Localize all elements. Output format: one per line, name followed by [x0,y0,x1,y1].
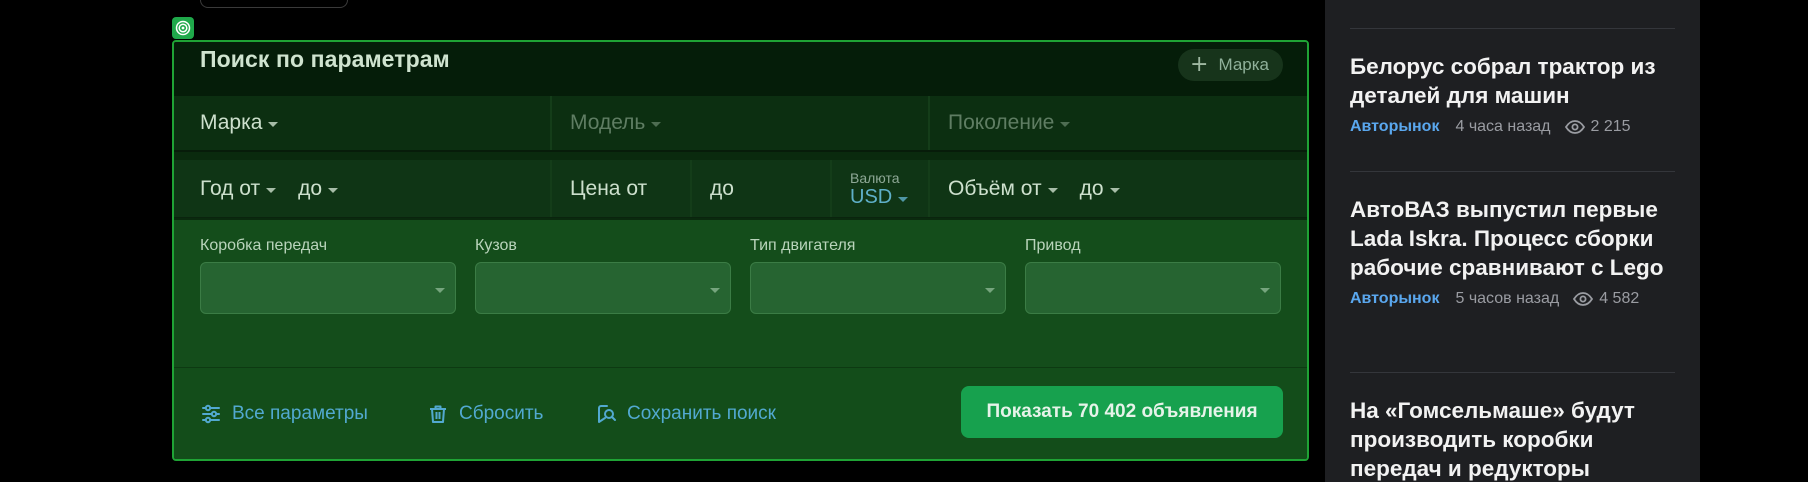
add-brand-label: Марка [1218,55,1269,74]
news-time: 5 часов назад [1455,290,1560,307]
model-select[interactable]: Модель [570,111,662,135]
target-icon[interactable] [172,17,194,39]
top-tab-outline [200,0,348,8]
plus-icon: + [1190,52,1209,77]
show-results-button[interactable]: Показать 70 402 объявления [961,386,1283,438]
news-title[interactable]: На «Гомсельмаше» будут производить короб… [1350,396,1680,482]
currency-caption: Валюта [850,170,900,186]
price-to-input[interactable]: до [692,160,832,217]
drive-filter-label: Привод [1025,237,1081,254]
price-from-input[interactable]: Цена от [570,160,692,217]
model-select-cell: Модель [552,96,930,150]
volume-to-label: до [1079,176,1104,200]
chevron-down-icon [328,187,339,193]
all-params-label: Все параметры [232,403,368,424]
page: Поиск по параметрам + Марка Марка Модель [0,0,1808,482]
reset-label: Сбросить [459,403,544,424]
news-meta: Авторынок 5 часов назад 4 582 [1350,290,1680,308]
brand-select-cell: Марка [174,96,552,150]
brand-model-row: Марка Модель Поколение [174,96,1307,152]
volume-cell: Объём от до [930,160,1307,217]
news-title[interactable]: АвтоВАЗ выпустил первые Lada Iskra. Проц… [1350,195,1680,282]
sliders-icon [202,404,220,424]
chevron-down-icon [985,288,995,293]
news-sidebar: Белорус собрал трактор из деталей для ма… [1325,0,1700,482]
chevron-down-icon [1047,187,1058,193]
chevron-down-icon [1060,122,1071,127]
chevron-down-icon [268,122,279,127]
news-meta: Авторынок 4 часа назад 2 215 [1350,118,1680,136]
generation-select[interactable]: Поколение [948,111,1071,135]
engine-type-filter-label: Тип двигателя [750,237,856,254]
engine-type-select[interactable] [750,262,1006,314]
save-search-label: Сохранить поиск [627,403,776,424]
chevron-down-icon [651,122,662,127]
trash-icon [430,405,446,423]
chevron-down-icon [1260,288,1270,293]
year-cell: Год от до [174,160,552,217]
currency-select[interactable]: Валюта USD [832,160,909,217]
news-divider [1350,372,1675,373]
news-title[interactable]: Белорус собрал трактор из деталей для ма… [1350,52,1680,110]
chevron-down-icon [898,196,909,202]
year-price-volume-row: Год от до Цена от до Валюта USD Объём от… [174,160,1307,218]
chevron-down-icon [710,288,720,293]
body-select[interactable] [475,262,731,314]
news-category[interactable]: Авторынок [1350,290,1439,308]
chevron-down-icon [1109,187,1120,193]
model-select-label: Модель [570,111,646,134]
transmission-filter-label: Коробка передач [200,237,328,254]
generation-select-label: Поколение [948,111,1055,134]
year-from-label: Год от [200,176,261,200]
news-views-count: 2 215 [1590,118,1631,135]
search-panel-title: Поиск по параметрам [200,46,450,72]
chevron-down-icon [435,288,445,293]
eye-icon [1564,120,1585,134]
news-divider [1350,28,1675,29]
currency-value: USD [850,186,893,208]
news-category[interactable]: Авторынок [1350,118,1439,136]
news-item: АвтоВАЗ выпустил первые Lada Iskra. Проц… [1350,195,1680,308]
year-from-select[interactable]: Год от [200,176,277,201]
search-panel-header: Поиск по параметрам + Марка [174,42,1307,96]
transmission-select[interactable] [200,262,456,314]
news-views-count: 4 582 [1599,290,1640,307]
chevron-down-icon [266,187,277,193]
news-views: 4 582 [1573,290,1639,308]
volume-to-select[interactable]: до [1080,177,1120,201]
filters-row: Коробка передач Кузов Тип двигателя Прив… [174,220,1307,367]
year-to-label: до [298,176,323,200]
brand-select[interactable]: Марка [200,111,279,135]
news-views: 2 215 [1564,118,1631,136]
reset-link[interactable]: Сбросить [427,403,543,425]
price-from-label: Цена от [570,176,648,200]
brand-select-label: Марка [200,111,263,134]
save-search-link[interactable]: Сохранить поиск [595,403,776,425]
search-panel: Поиск по параметрам + Марка Марка Модель [172,40,1309,461]
generation-select-cell: Поколение [930,96,1307,150]
news-time: 4 часа назад [1455,118,1551,135]
eye-icon [1573,292,1594,306]
price-cell: Цена от до Валюта USD [552,160,930,217]
add-brand-button[interactable]: + Марка [1178,49,1283,81]
news-divider [1350,171,1675,172]
volume-from-select[interactable]: Объём от [948,177,1058,201]
save-search-icon [598,405,616,423]
news-item: Белорус собрал трактор из деталей для ма… [1350,52,1680,136]
all-params-link[interactable]: Все параметры [200,403,368,425]
search-panel-footer: Все параметры Сбросить Сохранить поиск П… [174,367,1307,459]
volume-from-label: Объём от [948,176,1042,200]
year-to-select[interactable]: до [298,176,339,201]
price-to-label: до [710,176,734,200]
news-item: На «Гомсельмаше» будут производить короб… [1350,396,1680,482]
drive-select[interactable] [1025,262,1281,314]
body-filter-label: Кузов [475,237,517,254]
